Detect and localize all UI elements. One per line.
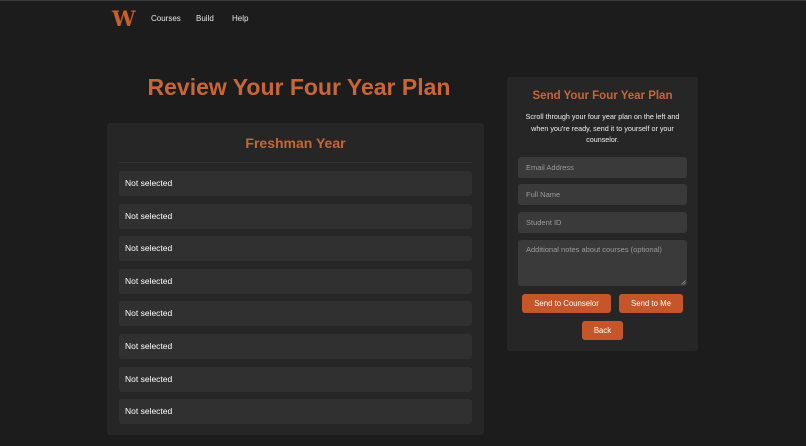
page-title: Review Your Four Year Plan [147, 74, 451, 100]
nav-link-help[interactable]: Help [232, 13, 248, 25]
course-slot[interactable]: Not selected [119, 236, 472, 262]
send-to-counselor-button[interactable]: Send to Counselor [522, 294, 611, 313]
send-panel-description: Scroll through your four year plan on th… [525, 112, 680, 144]
nav-link-build[interactable]: Build [196, 13, 214, 25]
student-id-field[interactable] [518, 212, 687, 233]
year-title: Freshman Year [245, 135, 346, 151]
year-panel: Freshman Year Not selected Not selected … [107, 123, 484, 435]
course-slot[interactable]: Not selected [119, 203, 472, 229]
course-slot-label: Not selected [125, 275, 173, 286]
nav-link-courses[interactable]: Courses [151, 13, 181, 25]
year-divider [119, 162, 472, 163]
course-slot-label: Not selected [125, 210, 173, 221]
page: W Courses Build Help Review Your Four Ye… [0, 0, 806, 446]
course-slot[interactable]: Not selected [119, 399, 472, 425]
send-to-me-button[interactable]: Send to Me [619, 294, 683, 313]
course-slot-label: Not selected [125, 406, 173, 417]
email-field[interactable] [518, 157, 687, 178]
course-slot[interactable]: Not selected [119, 366, 472, 392]
course-slot[interactable]: Not selected [119, 171, 472, 196]
course-slot-label: Not selected [125, 373, 173, 384]
full-name-field[interactable] [518, 184, 687, 205]
send-plan-panel: Send Your Four Year Plan Scroll through … [507, 77, 698, 351]
brand-logo[interactable]: W [112, 6, 136, 32]
top-nav: W Courses Build Help [0, 1, 806, 39]
course-slot[interactable]: Not selected [119, 268, 472, 294]
back-button[interactable]: Back [582, 321, 623, 340]
course-slot-label: Not selected [125, 308, 173, 319]
notes-textarea[interactable] [518, 240, 687, 286]
course-slot-label: Not selected [125, 243, 173, 254]
course-slot-label: Not selected [125, 178, 173, 188]
send-panel-title: Send Your Four Year Plan [532, 90, 673, 102]
course-slot[interactable]: Not selected [119, 334, 472, 359]
course-slot-label: Not selected [125, 341, 173, 351]
course-slot[interactable]: Not selected [119, 301, 472, 327]
